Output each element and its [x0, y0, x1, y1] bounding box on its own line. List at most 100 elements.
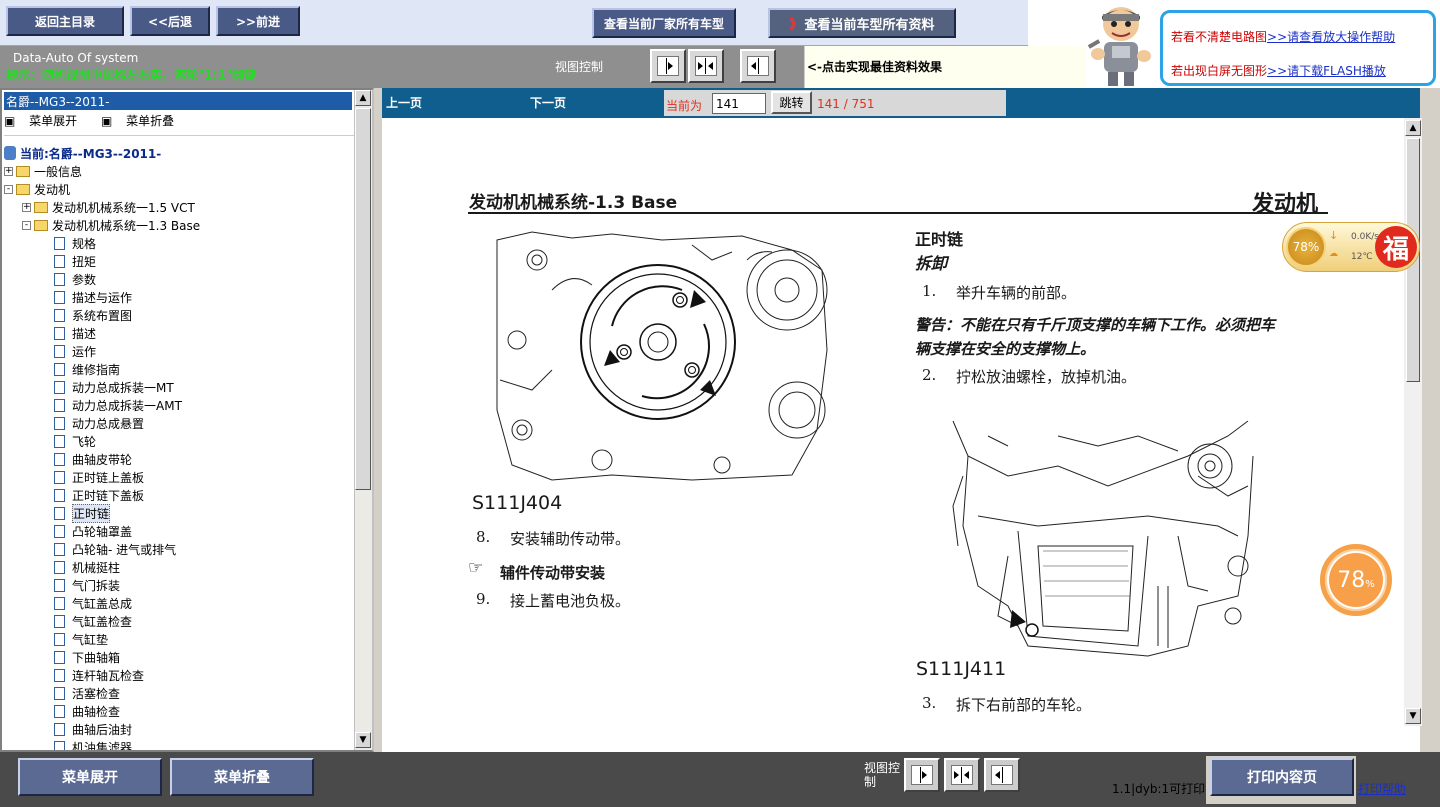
zoom-help-link[interactable]: >>请查看放大操作帮助 — [1267, 30, 1395, 44]
next-page-link[interactable]: 下一页 — [530, 94, 566, 111]
figure-2-caption: S111J411 — [916, 658, 1007, 680]
tree-item-label: 参数 — [72, 272, 97, 287]
tree-item-doc[interactable]: 描述 — [54, 324, 96, 342]
document-icon — [54, 686, 65, 700]
tree-scrollbar[interactable]: ▲ ▼ — [354, 90, 372, 750]
doc-scroll-down-icon[interactable]: ▼ — [1405, 708, 1421, 724]
document-icon — [54, 416, 65, 430]
document-viewer: 发动机机械系统-1.3 Base 发动机 S111J404 8. 安装辅助传动带… — [382, 118, 1420, 752]
tree-item-doc[interactable]: 维修指南 — [54, 360, 120, 378]
collapse-node-icon[interactable]: - — [4, 184, 13, 194]
doc-scroll-up-icon[interactable]: ▲ — [1405, 120, 1421, 136]
document-icon — [54, 452, 65, 466]
tree-collapse-link[interactable]: ▣ 菜单折叠 — [101, 114, 184, 128]
warning-line-1: 警告：不能在只有千斤顶支撑的车辆下工作。必须把车 — [915, 316, 1276, 334]
scroll-down-icon[interactable]: ▼ — [355, 732, 371, 748]
bottom-view-right-button[interactable] — [984, 758, 1020, 792]
tree-item-doc[interactable]: 曲轴皮带轮 — [54, 450, 132, 468]
tree-item-doc[interactable]: 气门拆装 — [54, 576, 120, 594]
document-icon — [54, 524, 65, 538]
document-scrollbar[interactable]: ▲ ▼ — [1404, 118, 1422, 726]
tree-item-doc[interactable]: 下曲轴箱 — [54, 648, 120, 666]
double-arrow-icon: 》 — [789, 17, 803, 33]
tree-item-doc[interactable]: 正时链 — [54, 503, 111, 523]
page-number-input[interactable] — [712, 93, 766, 114]
all-data-button[interactable]: 》 查看当前车型所有资料 — [768, 8, 956, 38]
step-8-number: 8. — [476, 528, 491, 546]
net-monitor-widget[interactable]: 78% ↓ 0.0K/s ☁ 12℃ 福 — [1282, 222, 1420, 272]
view-left-pane-button[interactable] — [650, 49, 686, 83]
tree-item-doc[interactable]: 正时链上盖板 — [54, 468, 144, 486]
tree-item-folder[interactable]: + 一般信息 — [4, 162, 82, 180]
tree-item-doc[interactable]: 凸轮轴- 进气或排气 — [54, 540, 176, 558]
bottom-view-left-button[interactable] — [904, 758, 940, 792]
tree-item-doc[interactable]: 气缸盖检查 — [54, 612, 132, 630]
back-to-main-button[interactable]: 返回主目录 — [6, 6, 124, 36]
tree-current-vehicle[interactable]: 当前:名爵--MG3--2011- — [4, 144, 161, 162]
tree-item-doc[interactable]: 动力总成拆装一AMT — [54, 396, 182, 414]
jump-button[interactable]: 跳转 — [771, 91, 812, 114]
tree-item-doc[interactable]: 运作 — [54, 342, 96, 360]
tree-item-doc[interactable]: 系统布置图 — [54, 306, 132, 324]
tree-item-label: 发动机机械系统一1.5 VCT — [52, 200, 195, 215]
bottom-view-split-button[interactable] — [944, 758, 980, 792]
tree-item-doc[interactable]: 飞轮 — [54, 432, 96, 450]
tree-item-doc[interactable]: 动力总成悬置 — [54, 414, 144, 432]
forward-button[interactable]: >>前进 — [216, 6, 300, 36]
view-tip: <-点击实现最佳资料效果 — [804, 46, 1086, 88]
vehicle-icon — [4, 146, 16, 160]
bottom-collapse-button[interactable]: 菜单折叠 — [170, 758, 314, 796]
tree-item-doc[interactable]: 机油集滤器 — [54, 738, 132, 750]
tree-item-doc[interactable]: 扭矩 — [54, 252, 96, 270]
view-tip-text: <-点击实现最佳资料效果 — [807, 60, 943, 74]
tree-item-doc[interactable]: 动力总成拆装一MT — [54, 378, 174, 396]
help-line-flash: 若出现白屏无图形>>请下载FLASH播放 — [1171, 62, 1386, 79]
bottom-view-single-icon — [911, 765, 933, 785]
print-page-button[interactable]: 打印内容页 — [1210, 758, 1354, 796]
document-icon — [54, 722, 65, 736]
back-button[interactable]: <<后退 — [130, 6, 210, 36]
tree-item-doc[interactable]: 规格 — [54, 234, 96, 252]
view-split-icon — [695, 56, 717, 76]
step-3-number: 3. — [922, 694, 937, 712]
tree-item-folder[interactable]: + 发动机机械系统一1.5 VCT — [22, 198, 195, 216]
bottom-expand-button[interactable]: 菜单展开 — [18, 758, 162, 796]
tree-item-doc[interactable]: 描述与运作 — [54, 288, 132, 306]
print-help-link[interactable]: 打印帮助 — [1358, 780, 1406, 797]
speed-ball-widget[interactable]: 78% — [1320, 544, 1392, 616]
tree-item-doc[interactable]: 气缸盖总成 — [54, 594, 132, 612]
tree-item-doc[interactable]: 凸轮轴罩盖 — [54, 522, 132, 540]
tree-item-folder[interactable]: - 发动机 — [4, 180, 70, 198]
prev-page-link[interactable]: 上一页 — [386, 94, 422, 111]
collapse-node-icon[interactable]: - — [22, 220, 31, 230]
current-page-label: 当前为 — [666, 99, 703, 113]
document-icon — [54, 614, 65, 628]
document-icon — [54, 560, 65, 574]
view-right-pane-button[interactable] — [740, 49, 776, 83]
all-data-label: 查看当前车型所有资料 — [804, 17, 935, 33]
flash-download-link[interactable]: >>请下载FLASH播放 — [1267, 64, 1386, 78]
tree-item-doc[interactable]: 机械挺柱 — [54, 558, 120, 576]
page-count: 141 / 751 — [817, 97, 875, 111]
scroll-thumb[interactable] — [355, 108, 371, 490]
tree-item-doc[interactable]: 活塞检查 — [54, 684, 120, 702]
tree-item-doc[interactable]: 气缸垫 — [54, 630, 108, 648]
view-split-button[interactable] — [688, 49, 724, 83]
fortune-icon: 福 — [1375, 226, 1417, 268]
tree-item-label: 下曲轴箱 — [72, 650, 121, 665]
tree-item-doc[interactable]: 曲轴检查 — [54, 702, 120, 720]
tree-expand-row: ▣ 菜单展开 ▣ 菜单折叠 — [4, 112, 194, 129]
tree-item-doc[interactable]: 正时链下盖板 — [54, 486, 144, 504]
expand-node-icon[interactable]: + — [4, 166, 13, 176]
document-icon — [54, 470, 65, 484]
tree-item-label: 描述与运作 — [72, 290, 133, 305]
tree-item-folder[interactable]: - 发动机机械系统一1.3 Base — [22, 216, 200, 234]
maker-models-button[interactable]: 查看当前厂家所有车型 — [592, 8, 736, 38]
scroll-up-icon[interactable]: ▲ — [355, 90, 371, 106]
tree-item-doc[interactable]: 曲轴后油封 — [54, 720, 132, 738]
tree-item-doc[interactable]: 参数 — [54, 270, 96, 288]
expand-node-icon[interactable]: + — [22, 202, 31, 212]
document-icon — [54, 272, 65, 286]
tree-expand-link[interactable]: ▣ 菜单展开 — [4, 114, 87, 128]
tree-item-doc[interactable]: 连杆轴瓦检查 — [54, 666, 144, 684]
